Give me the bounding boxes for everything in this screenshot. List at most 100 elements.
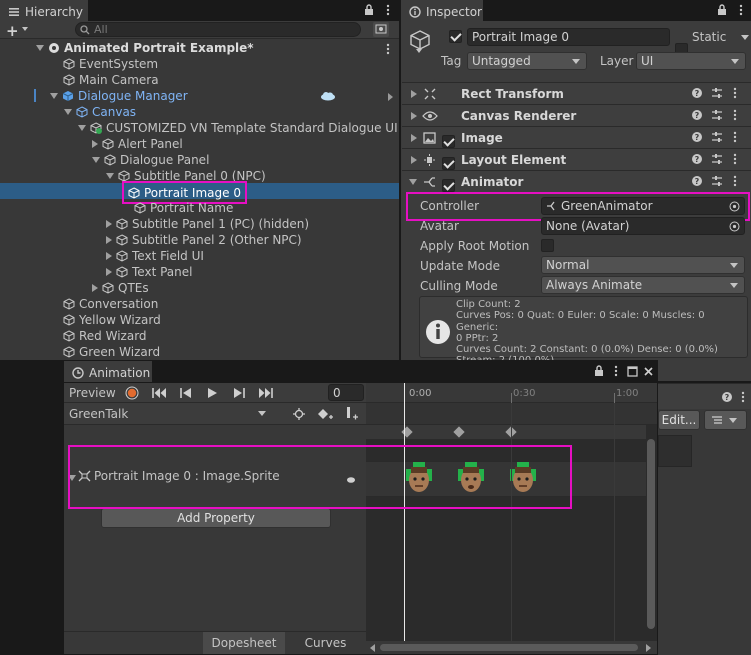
tree-item-customized-ui[interactable]: CUSTOMIZED VN Template Standard Dialogue… xyxy=(78,120,398,136)
collapsed-arrow-icon[interactable] xyxy=(106,252,112,260)
scroll-left-icon[interactable] xyxy=(370,644,375,652)
help-preset-menu-icons[interactable]: ? xyxy=(691,174,747,188)
collapsed-arrow-icon[interactable] xyxy=(92,140,98,148)
vertical-scrollbar[interactable] xyxy=(647,439,655,629)
collapsed-arrow-icon[interactable] xyxy=(106,220,112,228)
expand-arrow-icon[interactable] xyxy=(106,173,114,179)
tree-item-conversation[interactable]: Conversation xyxy=(63,296,158,312)
tree-item-alert-panel[interactable]: Alert Panel xyxy=(92,136,183,152)
sprite-track-lane[interactable] xyxy=(366,461,646,497)
time-ruler[interactable]: 0:00 0:30 1:00 xyxy=(366,383,657,403)
layer-dropdown[interactable]: UI xyxy=(636,52,746,70)
next-keyframe-icon[interactable] xyxy=(232,387,246,399)
help-preset-menu-icons[interactable]: ? xyxy=(691,108,747,122)
sprite-keyframe[interactable] xyxy=(404,462,434,496)
hierarchy-tab[interactable]: Hierarchy xyxy=(0,0,88,21)
static-dropdown-arrow[interactable] xyxy=(741,35,749,40)
help-preset-menu-icons[interactable]: ? xyxy=(691,86,747,100)
active-checkbox[interactable] xyxy=(449,30,462,43)
help-preset-menu-icons[interactable]: ? xyxy=(691,152,747,166)
clip-dropdown[interactable]: GreenTalk xyxy=(64,404,272,423)
first-keyframe-icon[interactable] xyxy=(152,387,168,399)
collapsed-arrow-icon[interactable] xyxy=(411,134,417,142)
summary-keyframe[interactable] xyxy=(453,426,465,438)
apply-root-motion-checkbox[interactable] xyxy=(541,239,554,252)
add-keyframe-icon[interactable] xyxy=(317,408,333,420)
scroll-right-icon[interactable] xyxy=(646,644,651,652)
tree-item-red-wizard[interactable]: Red Wizard xyxy=(63,328,147,344)
tree-item-green-wizard[interactable]: Green Wizard xyxy=(63,344,160,360)
tree-item-yellow-wizard[interactable]: Yellow Wizard xyxy=(63,312,161,328)
record-icon[interactable] xyxy=(125,386,139,400)
kebab-menu-icon[interactable] xyxy=(736,4,746,16)
lock-icon[interactable] xyxy=(594,365,604,377)
expand-arrow-icon[interactable] xyxy=(36,45,44,51)
last-keyframe-icon[interactable] xyxy=(257,387,273,399)
add-event-icon[interactable] xyxy=(344,406,358,421)
preview-label[interactable]: Preview xyxy=(69,386,116,400)
controller-field[interactable]: GreenAnimator xyxy=(541,197,745,215)
lock-icon[interactable] xyxy=(364,4,374,16)
frame-field[interactable]: 0 xyxy=(328,384,364,401)
keyframe-toggle-icon[interactable] xyxy=(346,476,356,484)
tree-item-eventsystem[interactable]: EventSystem xyxy=(63,56,158,72)
expand-arrow-icon[interactable] xyxy=(68,475,76,481)
object-picker-icon[interactable] xyxy=(729,221,740,232)
expand-arrow-icon[interactable] xyxy=(78,125,86,131)
summary-lane[interactable] xyxy=(366,425,646,439)
open-prefab-arrow-icon[interactable] xyxy=(388,93,393,101)
expand-arrow-icon[interactable] xyxy=(92,157,100,163)
add-object-button[interactable]: + xyxy=(6,22,19,40)
tree-item-subtitle-panel-2[interactable]: Subtitle Panel 2 (Other NPC) xyxy=(106,232,302,248)
inspector-tab[interactable]: Inspector xyxy=(401,0,483,21)
kebab-menu-icon[interactable] xyxy=(383,4,393,16)
close-icon[interactable] xyxy=(643,366,654,377)
expand-arrow-icon[interactable] xyxy=(409,179,417,185)
horizontal-scrollbar[interactable] xyxy=(380,644,638,651)
tree-item-dialogue-panel[interactable]: Dialogue Panel xyxy=(92,152,209,168)
scene-kebab-icon[interactable] xyxy=(383,43,393,55)
add-property-button[interactable]: Add Property xyxy=(101,508,331,528)
update-mode-dropdown[interactable]: Normal xyxy=(541,256,745,274)
play-icon[interactable] xyxy=(206,387,218,399)
enabled-checkbox[interactable] xyxy=(442,157,455,170)
maximize-icon[interactable] xyxy=(627,366,638,377)
collapsed-arrow-icon[interactable] xyxy=(106,268,112,276)
lock-icon[interactable] xyxy=(717,4,727,16)
tree-item-portrait-name[interactable]: Portrait Name xyxy=(134,200,233,216)
object-name-field[interactable]: Portrait Image 0 xyxy=(467,28,670,46)
curves-tab[interactable]: Curves xyxy=(285,632,366,654)
property-row[interactable]: Portrait Image 0 : Image.Sprite xyxy=(78,469,280,483)
tree-item-text-field-ui[interactable]: Text Field UI xyxy=(106,248,204,264)
previous-keyframe-icon[interactable] xyxy=(179,387,193,399)
tree-item-subtitle-panel-0[interactable]: Subtitle Panel 0 (NPC) xyxy=(106,168,266,184)
tree-item-text-panel[interactable]: Text Panel xyxy=(106,264,192,280)
tree-item-dialogue-manager[interactable]: Dialogue Manager xyxy=(50,88,188,104)
tag-dropdown[interactable]: Untagged xyxy=(467,52,587,70)
collapsed-arrow-icon[interactable] xyxy=(411,112,417,120)
collapsed-arrow-icon[interactable] xyxy=(92,284,98,292)
help-menu-icons[interactable]: ? xyxy=(721,390,751,404)
help-preset-menu-icons[interactable]: ? xyxy=(691,130,747,144)
playhead[interactable] xyxy=(404,383,405,641)
collapsed-arrow-icon[interactable] xyxy=(106,236,112,244)
list-menu-button[interactable] xyxy=(704,410,747,430)
search-scope-button[interactable] xyxy=(373,22,389,37)
tree-item-canvas[interactable]: Canvas xyxy=(64,104,136,120)
avatar-field[interactable]: None (Avatar) xyxy=(541,217,745,235)
enabled-checkbox[interactable] xyxy=(442,179,455,192)
object-picker-icon[interactable] xyxy=(729,201,740,212)
edit-button[interactable]: Edit... xyxy=(658,410,700,430)
collapsed-arrow-icon[interactable] xyxy=(411,90,417,98)
icon-dropdown-arrow[interactable] xyxy=(416,49,422,53)
collapsed-arrow-icon[interactable] xyxy=(411,156,417,164)
dopesheet-tab[interactable]: Dopesheet xyxy=(203,632,285,654)
expand-arrow-icon[interactable] xyxy=(50,93,58,99)
enabled-checkbox[interactable] xyxy=(442,135,455,148)
filter-by-selection-icon[interactable] xyxy=(293,408,305,420)
sprite-keyframe[interactable] xyxy=(508,462,538,496)
animation-tab[interactable]: Animation xyxy=(64,361,152,382)
tree-item-main-camera[interactable]: Main Camera xyxy=(63,72,159,88)
add-dropdown-arrow[interactable] xyxy=(22,27,28,31)
search-input[interactable]: All xyxy=(75,22,361,37)
